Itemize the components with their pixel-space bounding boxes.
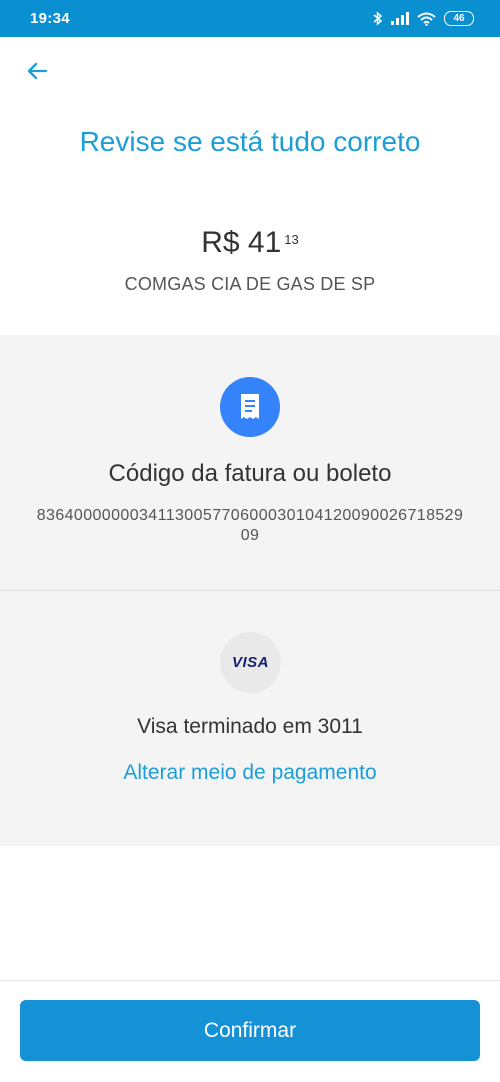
- status-time: 19:34: [30, 10, 70, 27]
- currency-symbol: R$: [201, 226, 240, 259]
- status-icons: 46: [373, 11, 474, 26]
- card-brand: VISA: [231, 654, 269, 671]
- status-bar: 19:34 46: [0, 0, 500, 37]
- amount-integer: 41: [247, 226, 282, 259]
- amount-cents: 13: [284, 232, 299, 247]
- invoice-section: Código da fatura ou boleto 8364000000034…: [0, 335, 500, 591]
- receipt-icon: [220, 377, 280, 437]
- back-button[interactable]: [22, 58, 52, 88]
- arrow-left-icon: [25, 59, 49, 88]
- change-payment-link[interactable]: Alterar meio de pagamento: [0, 761, 500, 785]
- wifi-icon: [417, 12, 436, 26]
- confirm-button[interactable]: Confirmar: [20, 1000, 480, 1061]
- payee-name: COMGAS CIA DE GAS DE SP: [124, 274, 376, 294]
- battery-icon: 46: [444, 11, 474, 26]
- amount: R$ 41 13: [0, 226, 500, 260]
- page-title: Revise se está tudo correto: [79, 126, 421, 157]
- barcode-number: 8364000000034113005770600030104120090026…: [36, 507, 464, 544]
- payment-section: VISA Visa terminado em 3011 Alterar meio…: [0, 591, 500, 846]
- bluetooth-icon: [373, 11, 383, 26]
- invoice-label: Código da fatura ou boleto: [108, 460, 392, 487]
- signal-icon: [391, 12, 409, 25]
- card-label: Visa terminado em 3011: [137, 715, 363, 738]
- footer-divider: [0, 980, 500, 981]
- visa-logo: VISA: [220, 632, 281, 693]
